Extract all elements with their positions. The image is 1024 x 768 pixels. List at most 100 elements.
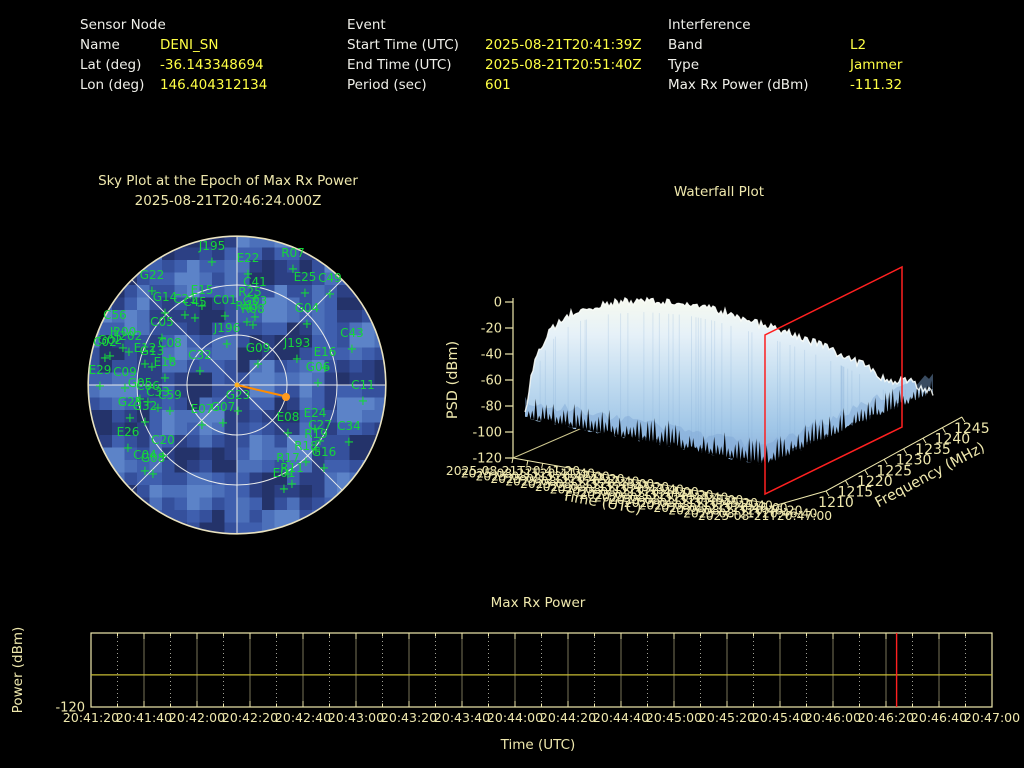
svg-text:20:44:20: 20:44:20 <box>540 710 596 725</box>
svg-text:+: + <box>190 311 201 326</box>
svg-text:1245: 1245 <box>954 421 990 437</box>
event-period-value: 601 <box>485 77 511 93</box>
svg-text:+: + <box>325 287 336 302</box>
svg-text:+: + <box>95 379 106 394</box>
svg-text:+: + <box>233 404 244 419</box>
svg-text:20:43:40: 20:43:40 <box>434 710 490 725</box>
sky-plot-title: Sky Plot at the Epoch of Max Rx Power 20… <box>58 171 398 211</box>
svg-text:+: + <box>253 357 264 372</box>
svg-text:E29: E29 <box>89 363 112 377</box>
svg-text:E26: E26 <box>117 425 140 439</box>
svg-text:20:42:40: 20:42:40 <box>275 710 331 725</box>
svg-text:G06: G06 <box>306 360 331 374</box>
svg-text:+: + <box>302 317 313 332</box>
event-start-label: Start Time (UTC) <box>347 37 459 53</box>
svg-text:+: + <box>248 318 259 333</box>
svg-text:+: + <box>140 415 151 430</box>
svg-text:C56: C56 <box>103 308 127 322</box>
sensor-name-value: DENI_SN <box>160 37 219 53</box>
event-end-label: End Time (UTC) <box>347 57 452 73</box>
svg-text:Time (UTC): Time (UTC) <box>500 737 576 753</box>
svg-text:G22: G22 <box>140 268 165 282</box>
svg-text:0: 0 <box>494 296 502 311</box>
interference-panel: Interference Band L2 Type Jammer Max Rx Po… <box>668 15 902 95</box>
sensor-node-title: Sensor Node <box>80 17 166 33</box>
svg-text:+: + <box>313 376 324 391</box>
svg-text:+: + <box>344 435 355 450</box>
svg-text:G04: G04 <box>295 301 320 315</box>
svg-text:+: + <box>125 411 136 426</box>
svg-text:C11: C11 <box>351 378 375 392</box>
svg-text:20:46:00: 20:46:00 <box>805 710 861 725</box>
sky-plot-title-line1: Sky Plot at the Epoch of Max Rx Power <box>98 173 358 189</box>
svg-text:+: + <box>218 416 229 431</box>
svg-text:C02: C02 <box>93 335 117 349</box>
interference-maxrx-label: Max Rx Power (dBm) <box>668 77 809 93</box>
svg-text:J196: J196 <box>213 321 240 335</box>
svg-text:E22: E22 <box>237 251 260 265</box>
sensor-lon-label: Lon (deg) <box>80 77 145 93</box>
svg-text:20:44:40: 20:44:40 <box>593 710 649 725</box>
interference-band-value: L2 <box>850 37 867 53</box>
interference-type-label: Type <box>668 57 700 73</box>
svg-text:+: + <box>358 394 369 409</box>
svg-text:2025-08-21T20:47:00: 2025-08-21T20:47:00 <box>698 509 832 523</box>
sensor-node-panel: Sensor Node Name DENI_SN Lat (deg) -36.143… <box>80 15 267 95</box>
svg-text:20:43:20: 20:43:20 <box>381 710 437 725</box>
waterfall-plot: 0-20-40-60-80-100-120PSD (dBm)2025-08-21… <box>445 265 990 523</box>
interference-band-label: Band <box>668 37 703 53</box>
svg-text:20:45:40: 20:45:40 <box>752 710 808 725</box>
svg-text:-60: -60 <box>481 374 502 389</box>
svg-text:C34: C34 <box>337 419 361 433</box>
svg-text:E16: E16 <box>314 345 337 359</box>
event-period-label: Period (sec) <box>347 77 427 93</box>
svg-text:20:47:00: 20:47:00 <box>964 710 1020 725</box>
svg-text:+: + <box>148 467 159 482</box>
waterfall-surface <box>524 296 934 466</box>
waterfall-title: Waterfall Plot <box>673 184 765 200</box>
svg-text:+: + <box>347 342 358 357</box>
event-panel: Event Start Time (UTC) 2025-08-21T20:41:3… <box>347 15 642 95</box>
sensor-monitor-screen: { "colors": { "background": "#000000", "… <box>0 0 1024 768</box>
max-rx-title: Max Rx Power <box>490 595 586 611</box>
svg-text:-100: -100 <box>472 426 502 441</box>
svg-text:C49: C49 <box>318 271 342 285</box>
event-start-value: 2025-08-21T20:41:39Z <box>485 37 642 53</box>
svg-text:C45: C45 <box>183 295 207 309</box>
svg-text:C59: C59 <box>158 388 182 402</box>
svg-text:C43: C43 <box>340 326 364 340</box>
svg-text:G09: G09 <box>246 341 271 355</box>
svg-text:E25: E25 <box>294 270 317 284</box>
svg-text:20:43:00: 20:43:00 <box>328 710 384 725</box>
svg-text:R07: R07 <box>281 246 305 260</box>
svg-text:G32: G32 <box>133 399 158 413</box>
interference-maxrx-value: -111.32 <box>850 77 903 93</box>
interference-type-value: Jammer <box>850 57 903 73</box>
svg-text:Power (dBm): Power (dBm) <box>10 627 26 714</box>
event-title: Event <box>347 17 386 33</box>
svg-text:+: + <box>222 337 233 352</box>
svg-text:20:42:00: 20:42:00 <box>169 710 225 725</box>
svg-text:C01: C01 <box>213 293 237 307</box>
svg-text:C32: C32 <box>188 348 212 362</box>
svg-text:G08: G08 <box>141 451 166 465</box>
sensor-lat-label: Lat (deg) <box>80 57 142 73</box>
svg-text:20:46:20: 20:46:20 <box>858 710 914 725</box>
svg-text:+: + <box>279 482 290 497</box>
sky-plot: J195+ E22+R07+G22+C41+E25+C49+E15+G14+C56… <box>87 235 387 535</box>
svg-text:PSD (dBm): PSD (dBm) <box>445 341 461 419</box>
svg-text:+: + <box>292 352 303 367</box>
svg-text:E01: E01 <box>273 466 296 480</box>
interference-title: Interference <box>668 17 751 33</box>
svg-text:+: + <box>207 255 218 270</box>
svg-text:+: + <box>123 441 134 456</box>
svg-text:R08: R08 <box>241 302 265 316</box>
svg-text:C05: C05 <box>150 315 174 329</box>
svg-text:-20: -20 <box>481 322 502 337</box>
svg-text:J195: J195 <box>198 239 225 253</box>
svg-text:20:41:40: 20:41:40 <box>116 710 172 725</box>
svg-text:G16: G16 <box>312 445 337 459</box>
svg-text:+: + <box>165 404 176 419</box>
svg-text:G13: G13 <box>140 344 165 358</box>
sensor-lat-value: -36.143348694 <box>160 57 264 73</box>
